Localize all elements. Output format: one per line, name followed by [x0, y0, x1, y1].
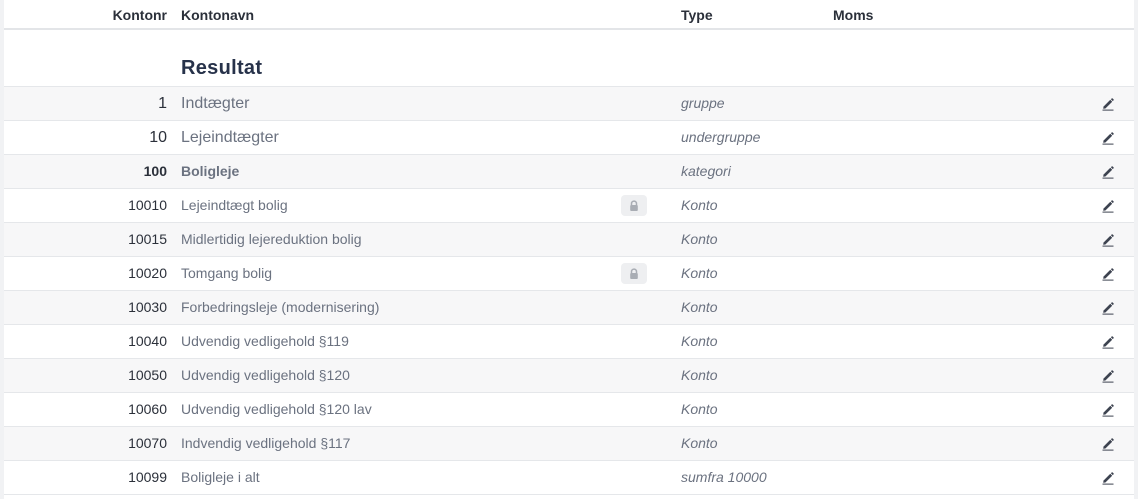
- pencil-icon[interactable]: [1100, 232, 1116, 248]
- account-name: Udvendig vedligehold §120: [181, 367, 350, 383]
- table-row[interactable]: 10030 Forbedringsleje (modernisering) Ko…: [4, 290, 1134, 324]
- account-name: Boligleje: [181, 163, 240, 179]
- right-edge: [1134, 0, 1138, 499]
- account-type: Konto: [681, 265, 718, 281]
- account-type: Konto: [681, 299, 718, 315]
- account-type: gruppe: [681, 95, 725, 111]
- account-type: sumfra 10000: [681, 469, 767, 485]
- account-number: 10070: [128, 435, 167, 451]
- account-type: Konto: [681, 401, 718, 417]
- account-name: Midlertidig lejereduktion bolig: [181, 231, 362, 247]
- pencil-icon[interactable]: [1100, 300, 1116, 316]
- account-number: 100: [143, 163, 167, 179]
- account-type: undergruppe: [681, 129, 761, 145]
- account-number: 10010: [128, 197, 167, 213]
- table-row[interactable]: 10099 Boligleje i alt sumfra 10000: [4, 460, 1134, 495]
- account-name: Lejeindtægt bolig: [181, 197, 288, 213]
- account-number: 10099: [128, 469, 167, 485]
- pencil-icon[interactable]: [1100, 130, 1116, 146]
- section-title: Resultat: [181, 57, 263, 79]
- pencil-icon[interactable]: [1100, 266, 1116, 282]
- lock-icon: [621, 195, 647, 216]
- account-table-body: 1 Indtægter gruppe 10 Lejeindtægter unde…: [4, 86, 1134, 495]
- account-name: Indvendig vedligehold §117: [181, 435, 351, 451]
- table-header: Kontonr Kontonavn Type Moms: [4, 0, 1134, 30]
- table-row[interactable]: 10020 Tomgang bolig Konto: [4, 256, 1134, 290]
- pencil-icon[interactable]: [1100, 368, 1116, 384]
- pencil-icon[interactable]: [1100, 198, 1116, 214]
- pencil-icon[interactable]: [1100, 436, 1116, 452]
- account-type: Konto: [681, 333, 718, 349]
- section-header: Resultat: [4, 30, 1134, 86]
- account-name: Udvendig vedligehold §120 lav: [181, 401, 372, 417]
- account-name: Lejeindtægter: [181, 129, 279, 146]
- account-name: Forbedringsleje (modernisering): [181, 299, 380, 315]
- header-kontonr[interactable]: Kontonr: [113, 7, 167, 23]
- account-type: Konto: [681, 231, 718, 247]
- lock-icon: [621, 263, 647, 284]
- account-name: Udvendig vedligehold §119: [181, 333, 349, 349]
- table-row[interactable]: 100 Boligleje kategori: [4, 154, 1134, 188]
- pencil-icon[interactable]: [1100, 96, 1116, 112]
- pencil-icon[interactable]: [1100, 334, 1116, 350]
- table-row[interactable]: 10010 Lejeindtægt bolig Konto: [4, 188, 1134, 222]
- account-number: 10: [149, 129, 167, 146]
- header-moms[interactable]: Moms: [833, 7, 873, 23]
- account-name: Tomgang bolig: [181, 265, 273, 281]
- header-kontonavn[interactable]: Kontonavn: [181, 7, 254, 23]
- account-number: 10015: [128, 231, 167, 247]
- header-type[interactable]: Type: [681, 7, 713, 23]
- table-row[interactable]: 10040 Udvendig vedligehold §119 Konto: [4, 324, 1134, 358]
- account-type: Konto: [681, 367, 718, 383]
- table-row[interactable]: 10070 Indvendig vedligehold §117 Konto: [4, 426, 1134, 460]
- table-row[interactable]: 1 Indtægter gruppe: [4, 86, 1134, 120]
- pencil-icon[interactable]: [1100, 164, 1116, 180]
- pencil-icon[interactable]: [1100, 470, 1116, 486]
- table-row[interactable]: 10015 Midlertidig lejereduktion bolig Ko…: [4, 222, 1134, 256]
- pencil-icon[interactable]: [1100, 402, 1116, 418]
- table-row[interactable]: 10060 Udvendig vedligehold §120 lav Kont…: [4, 392, 1134, 426]
- table-row[interactable]: 10050 Udvendig vedligehold §120 Konto: [4, 358, 1134, 392]
- account-number: 10020: [128, 265, 167, 281]
- account-number: 1: [158, 95, 167, 112]
- account-type: Konto: [681, 435, 718, 451]
- account-number: 10060: [128, 401, 167, 417]
- account-name: Boligleje i alt: [181, 469, 260, 485]
- table-row[interactable]: 10 Lejeindtægter undergruppe: [4, 120, 1134, 154]
- account-number: 10030: [128, 299, 167, 315]
- account-number: 10050: [128, 367, 167, 383]
- account-type: kategori: [681, 163, 731, 179]
- account-type: Konto: [681, 197, 718, 213]
- account-number: 10040: [128, 333, 167, 349]
- account-name: Indtægter: [181, 95, 250, 112]
